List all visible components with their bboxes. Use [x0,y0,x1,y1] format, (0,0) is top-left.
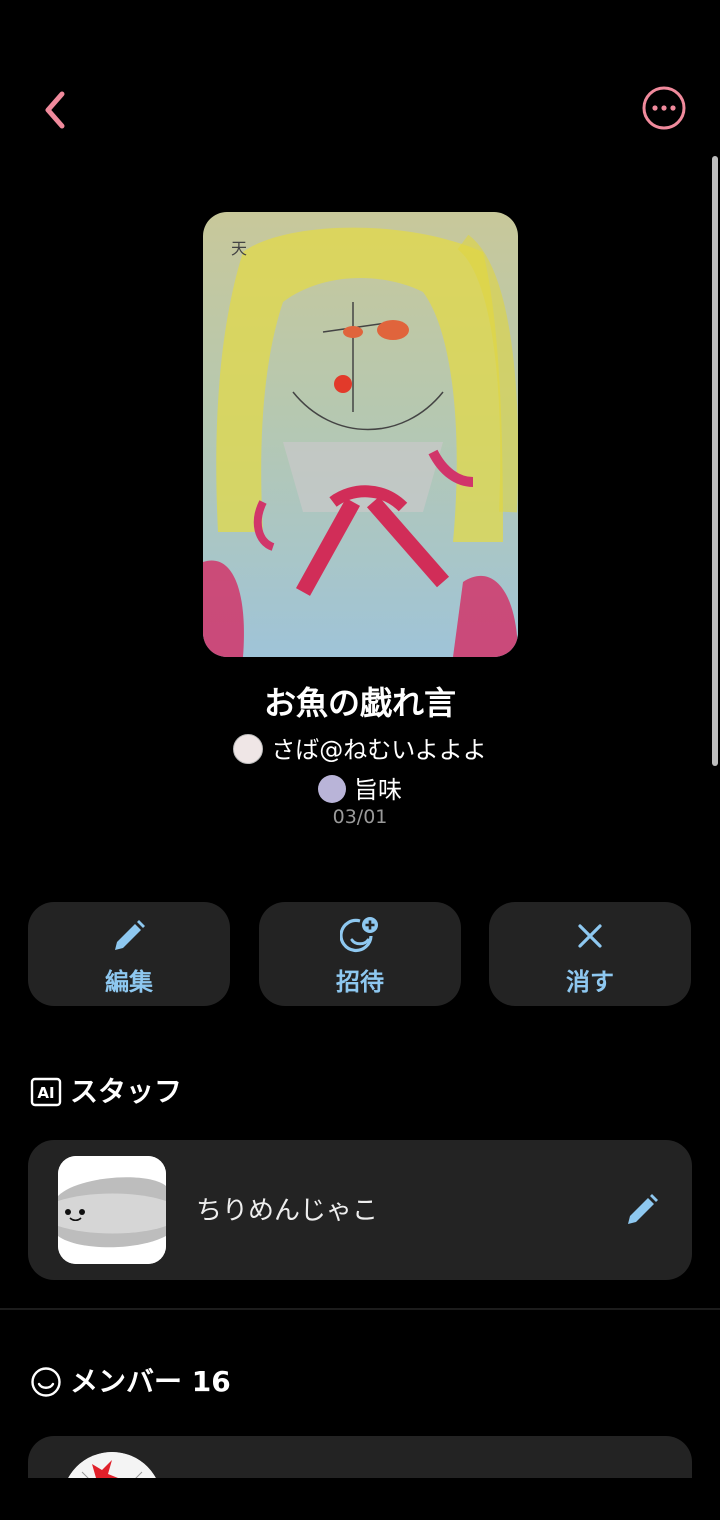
owner-avatar [233,734,264,764]
section-divider [0,1308,720,1310]
members-heading: メンバー 16 [70,1365,231,1398]
svg-text:天: 天 [231,239,247,258]
top-bar [0,70,720,150]
group-cover-image[interactable]: 天 [203,212,518,657]
sub-member-name: 旨味 [354,776,402,804]
svg-text:AI: AI [37,1084,54,1102]
smile-icon [31,1367,61,1397]
delete-button[interactable]: 消す [489,902,691,1006]
chevron-left-icon [45,91,65,129]
ai-badge-icon: AI [30,1077,62,1107]
more-options-button[interactable] [640,84,688,132]
staff-card[interactable]: ちりめんじゃこ [28,1140,692,1280]
created-date: 03/01 [332,806,388,828]
edit-label: 編集 [105,968,153,996]
scrollbar[interactable] [712,156,718,766]
close-icon [578,924,602,948]
sub-member-avatar [318,775,346,803]
invite-label: 招待 [336,968,384,996]
staff-heading: スタッフ [70,1075,183,1108]
member-avatar [62,1452,162,1478]
back-button[interactable] [30,80,80,140]
pencil-icon [115,920,145,950]
owner-row[interactable]: さば@ねむいよよよ [0,730,720,766]
staff-name: ちりめんじゃこ [196,1196,379,1226]
group-title: お魚の戯れ言 [263,684,456,722]
staff-avatar [58,1156,166,1264]
pencil-icon[interactable] [622,1190,662,1230]
more-horizontal-circle-icon [642,86,686,130]
staff-section-header: AI スタッフ [30,1072,330,1112]
add-smile-icon [340,917,378,953]
member-list-item[interactable] [28,1436,692,1478]
edit-button[interactable]: 編集 [28,902,230,1006]
invite-button[interactable]: 招待 [259,902,461,1006]
owner-name: さば@ねむいよよよ [271,736,487,764]
members-section-header: メンバー 16 [30,1362,330,1402]
sub-member-row[interactable]: 旨味 [0,770,720,805]
delete-label: 消す [566,968,614,996]
